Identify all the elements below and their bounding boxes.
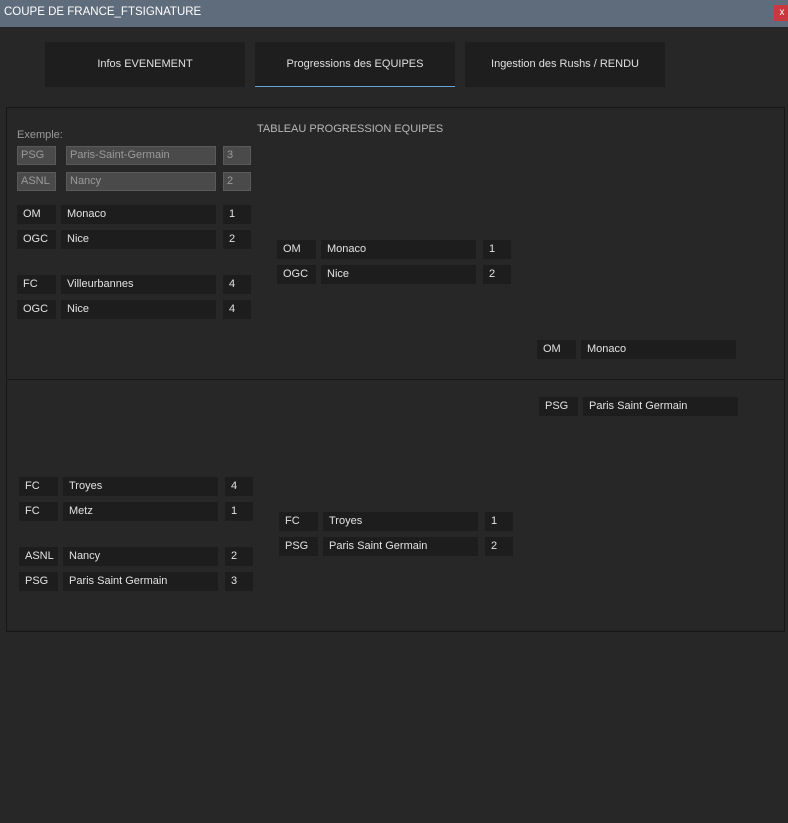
tab-ingestion-rushs[interactable]: Ingestion des Rushs / RENDU (465, 42, 665, 87)
team-score-input[interactable]: 4 (223, 300, 251, 319)
team-name-input[interactable]: Troyes (63, 477, 218, 496)
example-name-field: Paris-Saint-Germain (66, 146, 216, 165)
team-name-input[interactable]: Paris Saint Germain (583, 397, 738, 416)
example-score-field: 2 (223, 172, 251, 191)
team-score-input[interactable]: 2 (225, 547, 253, 566)
team-name-input[interactable]: Metz (63, 502, 218, 521)
team-name-input[interactable]: Nice (321, 265, 476, 284)
example-score-field: 3 (223, 146, 251, 165)
team-name-input[interactable]: Nice (61, 300, 216, 319)
team-score-input[interactable]: 3 (225, 572, 253, 591)
example-code-field: PSG (17, 146, 56, 165)
example-name-field: Nancy (66, 172, 216, 191)
team-name-input[interactable]: Monaco (61, 205, 216, 224)
example-code-field: ASNL (17, 172, 56, 191)
team-name-input[interactable]: Paris Saint Germain (63, 572, 218, 591)
team-score-input[interactable]: 4 (225, 477, 253, 496)
team-code-input[interactable]: OGC (17, 230, 56, 249)
tab-progressions-equipes[interactable]: Progressions des EQUIPES (255, 42, 455, 87)
team-code-input[interactable]: FC (279, 512, 318, 531)
window-title: COUPE DE FRANCE_FTSIGNATURE (4, 6, 202, 18)
table-title: TABLEAU PROGRESSION EQUIPES (257, 123, 444, 135)
team-code-input[interactable]: ASNL (19, 547, 58, 566)
team-name-input[interactable]: Villeurbannes (61, 275, 216, 294)
team-code-input[interactable]: PSG (19, 572, 58, 591)
team-code-input[interactable]: PSG (279, 537, 318, 556)
team-score-input[interactable]: 1 (225, 502, 253, 521)
team-code-input[interactable]: OGC (17, 300, 56, 319)
tab-infos-evenement[interactable]: Infos EVENEMENT (45, 42, 245, 87)
team-name-input[interactable]: Nice (61, 230, 216, 249)
team-code-input[interactable]: OGC (277, 265, 316, 284)
team-code-input[interactable]: FC (17, 275, 56, 294)
team-score-input[interactable]: 1 (483, 240, 511, 259)
team-code-input[interactable]: PSG (539, 397, 578, 416)
team-name-input[interactable]: Troyes (323, 512, 478, 531)
team-score-input[interactable]: 2 (483, 265, 511, 284)
team-code-input[interactable]: FC (19, 477, 58, 496)
team-score-input[interactable]: 4 (223, 275, 251, 294)
team-code-input[interactable]: OM (537, 340, 576, 359)
example-label: Exemple: (17, 129, 63, 141)
team-name-input[interactable]: Monaco (321, 240, 476, 259)
team-code-input[interactable]: FC (19, 502, 58, 521)
team-name-input[interactable]: Paris Saint Germain (323, 537, 478, 556)
team-score-input[interactable]: 1 (223, 205, 251, 224)
team-code-input[interactable]: OM (17, 205, 56, 224)
team-code-input[interactable]: OM (277, 240, 316, 259)
team-score-input[interactable]: 1 (485, 512, 513, 531)
team-score-input[interactable]: 2 (485, 537, 513, 556)
section-divider (6, 379, 785, 380)
team-score-input[interactable]: 2 (223, 230, 251, 249)
team-name-input[interactable]: Nancy (63, 547, 218, 566)
team-name-input[interactable]: Monaco (581, 340, 736, 359)
title-bar: COUPE DE FRANCE_FTSIGNATURE (0, 0, 788, 27)
close-button[interactable]: x (774, 5, 788, 21)
